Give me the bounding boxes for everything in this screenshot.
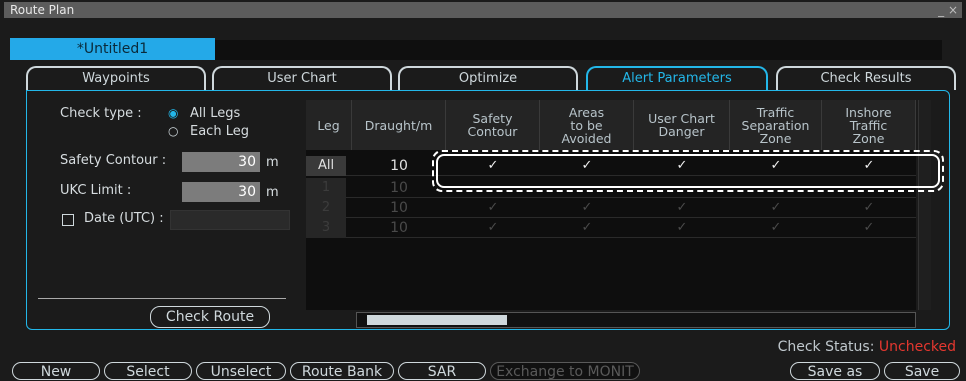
scrollbar-thumb[interactable]	[367, 315, 507, 325]
header-draught: Draught/m	[352, 100, 446, 150]
safety-contour-unit: m	[266, 155, 279, 170]
table-horizontal-scrollbar[interactable]	[356, 312, 916, 328]
check-status: Check Status: Unchecked	[778, 339, 956, 355]
radio-each-leg-icon[interactable]: ○	[168, 124, 178, 138]
table-row: 3 10 ✓ ✓ ✓ ✓ ✓	[306, 218, 916, 238]
select-button[interactable]: Select	[104, 362, 192, 380]
check-cell: ✓	[863, 200, 875, 215]
leg-cell: 2	[306, 198, 346, 218]
check-status-value: Unchecked	[878, 339, 956, 355]
ukc-limit-label: UKC Limit :	[60, 183, 132, 198]
unselect-button[interactable]: Unselect	[196, 362, 286, 380]
route-plan-window: Route Plan _ × *Untitled1 Waypoints User…	[0, 0, 966, 381]
header-user-chart-danger: User Chart Danger	[634, 100, 730, 150]
header-safety-contour: Safety Contour	[446, 100, 540, 150]
table-vertical-scrollbar[interactable]	[918, 100, 931, 310]
left-divider	[38, 298, 286, 299]
check-cell: ✓	[863, 220, 875, 235]
ukc-limit-unit: m	[266, 185, 279, 200]
route-bank-button[interactable]: Route Bank	[290, 362, 394, 380]
check-cell: ✓	[770, 200, 782, 215]
table-row: 2 10 ✓ ✓ ✓ ✓ ✓	[306, 198, 916, 218]
header-areas-to-be-avoided: Areas to be Avoided	[540, 100, 634, 150]
tab-bar: Waypoints User Chart Optimize Alert Para…	[26, 66, 956, 90]
save-as-button[interactable]: Save as	[790, 362, 880, 380]
new-button[interactable]: New	[12, 362, 100, 380]
header-traffic-separation-zone: Traffic Separation Zone	[730, 100, 822, 150]
date-utc-label: Date (UTC) :	[84, 211, 164, 226]
radio-all-legs-icon[interactable]: ◉	[168, 106, 178, 120]
window-title: Route Plan	[10, 3, 75, 17]
option-all-legs[interactable]: All Legs	[190, 106, 240, 121]
window-titlebar: Route Plan _ ×	[4, 2, 962, 18]
leg-cell: 3	[306, 218, 346, 238]
safety-contour-label: Safety Contour :	[60, 153, 167, 168]
window-close-icon[interactable]: _ ×	[938, 2, 958, 18]
check-status-label: Check Status:	[777, 339, 875, 355]
route-tab-untitled1[interactable]: *Untitled1	[10, 38, 215, 60]
legs-table: Leg Draught/m Safety Contour Areas to be…	[306, 100, 916, 310]
draught-cell: 10	[390, 200, 408, 216]
tab-alert-parameters[interactable]: Alert Parameters	[586, 66, 768, 90]
leg-cell: 1	[306, 178, 346, 198]
option-each-leg[interactable]: Each Leg	[190, 124, 249, 139]
check-cell: ✓	[676, 200, 688, 215]
safety-contour-input[interactable]: 30	[182, 152, 260, 172]
tab-waypoints[interactable]: Waypoints	[26, 66, 206, 90]
draught-cell: 10	[390, 220, 408, 236]
date-utc-checkbox[interactable]	[62, 214, 74, 226]
date-utc-input[interactable]	[170, 210, 290, 230]
save-button[interactable]: Save	[884, 362, 960, 380]
header-leg: Leg	[306, 100, 352, 150]
check-type-label: Check type :	[60, 106, 142, 121]
sar-button[interactable]: SAR	[398, 362, 486, 380]
tab-check-results[interactable]: Check Results	[776, 66, 956, 90]
check-cell: ✓	[581, 220, 593, 235]
header-inshore-traffic-zone: Inshore Traffic Zone	[822, 100, 916, 150]
check-cell: ✓	[487, 220, 499, 235]
tab-user-chart[interactable]: User Chart	[212, 66, 392, 90]
check-route-button[interactable]: Check Route	[150, 306, 270, 328]
ukc-limit-input[interactable]: 30	[182, 182, 260, 202]
check-cell: ✓	[676, 220, 688, 235]
check-cell: ✓	[581, 200, 593, 215]
check-cell: ✓	[487, 200, 499, 215]
exchange-to-monit-button: Exchange to MONIT	[490, 362, 640, 380]
callout-highlight-inner	[436, 154, 940, 188]
tab-optimize[interactable]: Optimize	[398, 66, 578, 90]
check-cell: ✓	[770, 220, 782, 235]
leg-cell[interactable]: All	[306, 156, 346, 176]
